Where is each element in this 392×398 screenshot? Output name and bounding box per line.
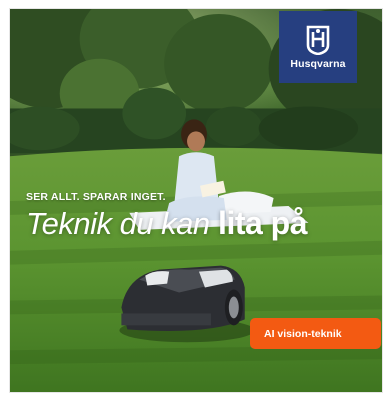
tagline: SER ALLT. SPARAR INGET. xyxy=(26,191,166,203)
headline: Teknik du kan lita på xyxy=(26,205,308,242)
husqvarna-crown-icon xyxy=(306,25,330,55)
ai-vision-button[interactable]: AI vision-teknik xyxy=(250,318,381,349)
headline-bold: lita på xyxy=(218,205,308,241)
headline-light: Teknik du kan xyxy=(26,206,210,241)
brand-name: Husqvarna xyxy=(290,57,346,70)
husqvarna-logo[interactable]: Husqvarna xyxy=(279,11,357,83)
advertisement-banner[interactable]: Husqvarna SER ALLT. SPARAR INGET. Teknik… xyxy=(9,8,383,393)
